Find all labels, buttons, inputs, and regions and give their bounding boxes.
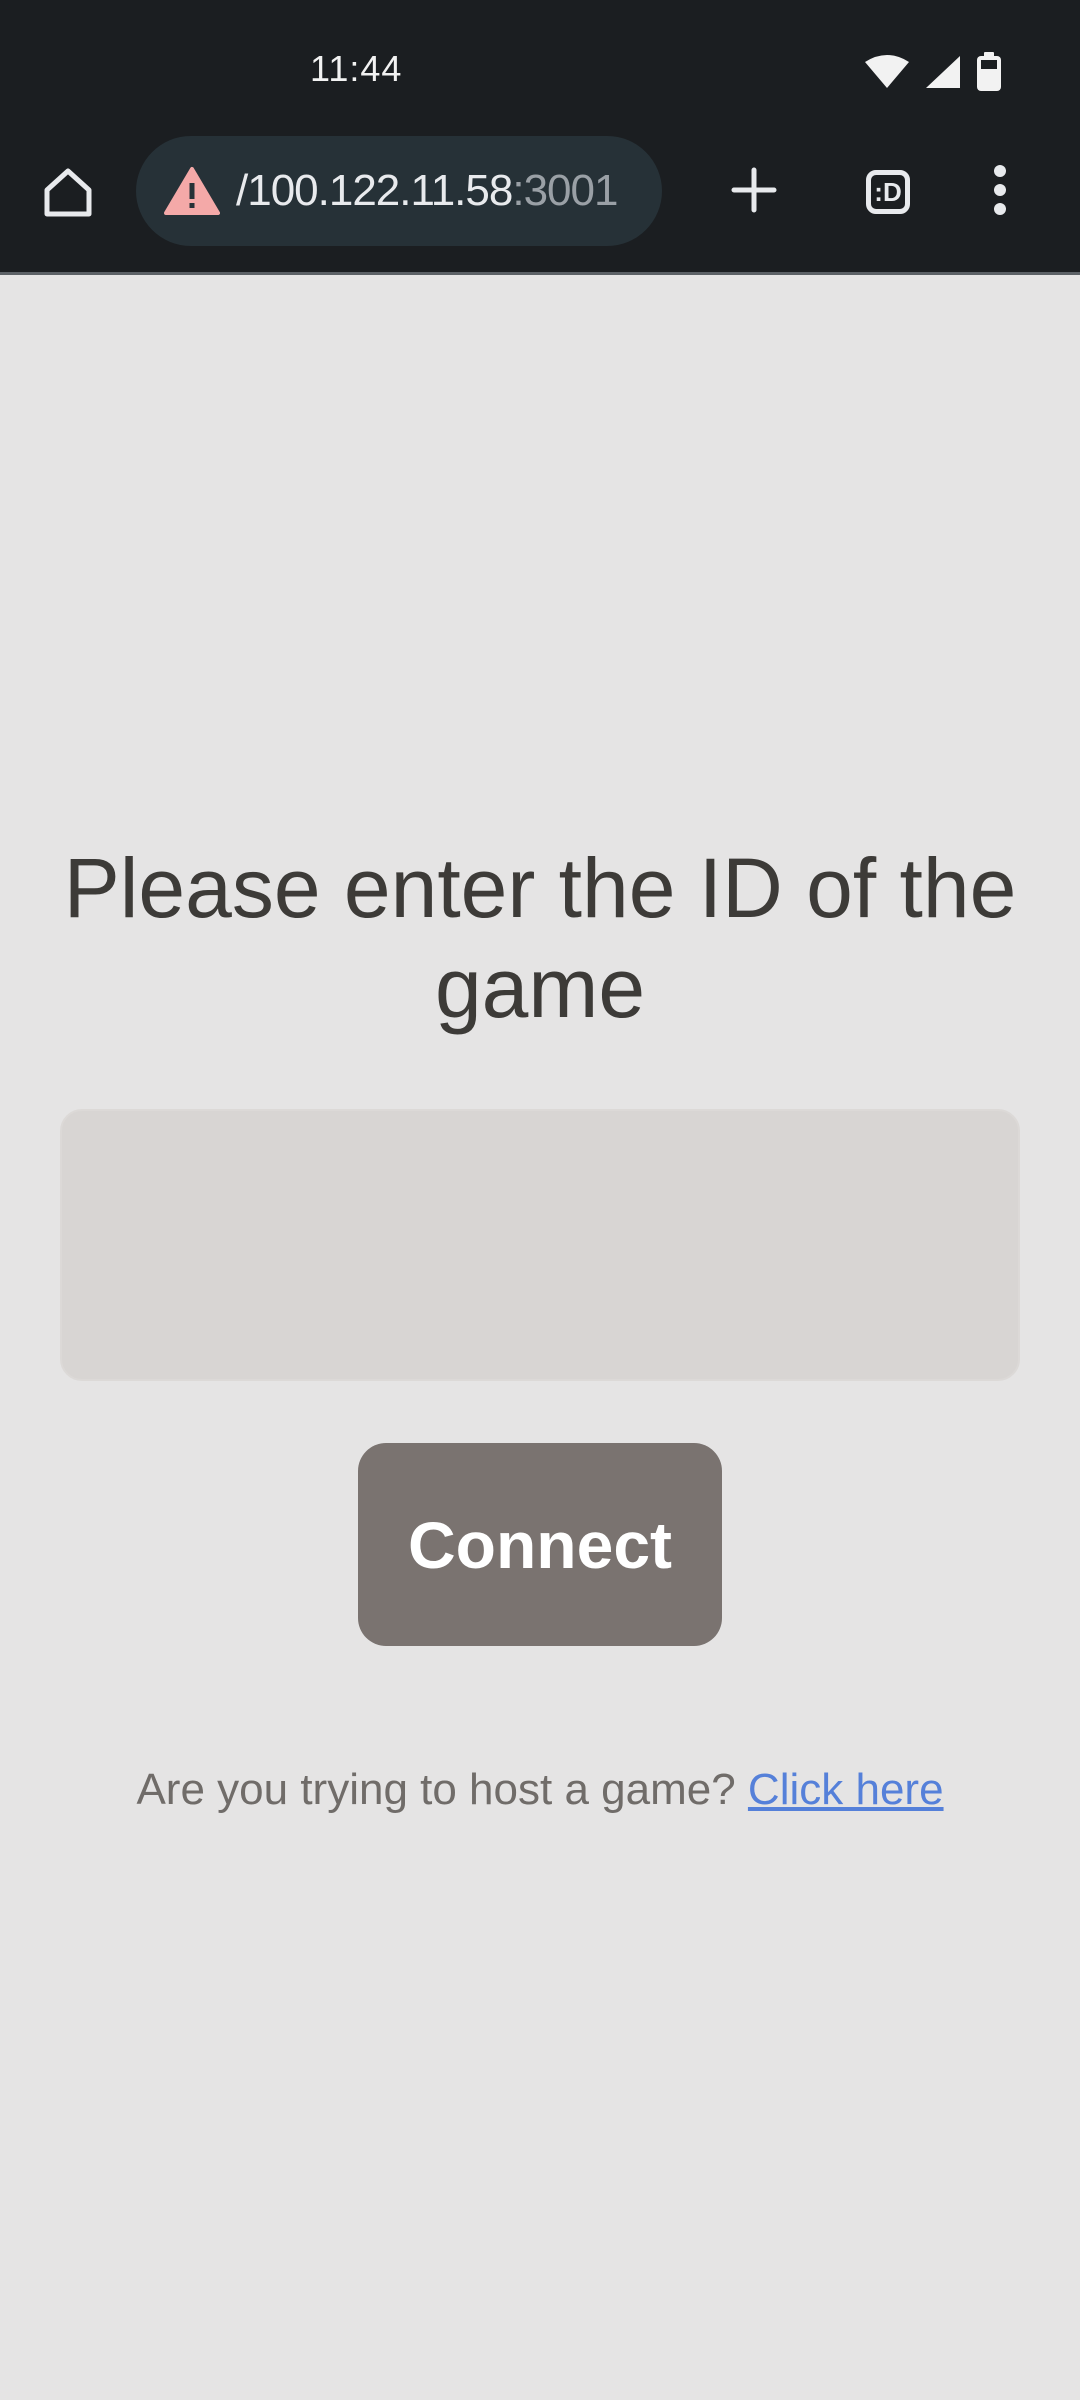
- signal-icon: [924, 54, 962, 95]
- status-bar: 11:44: [0, 0, 1080, 132]
- more-menu-button[interactable]: [964, 156, 1036, 228]
- game-id-input[interactable]: [60, 1109, 1020, 1381]
- home-icon: [42, 166, 94, 223]
- browser-toolbar: /100.122.11.58:3001 :D: [0, 132, 1080, 275]
- host-prompt-text: Are you trying to host a game?: [136, 1765, 736, 1814]
- new-tab-button[interactable]: [718, 156, 790, 228]
- wifi-icon: [864, 54, 910, 95]
- address-bar[interactable]: /100.122.11.58:3001: [136, 136, 662, 246]
- battery-icon: [976, 52, 1002, 97]
- more-vert-icon: [992, 164, 1008, 221]
- url-port: :3001: [512, 166, 618, 215]
- plus-icon: [730, 166, 778, 219]
- status-icons: [864, 52, 1002, 97]
- warning-icon[interactable]: [164, 166, 220, 216]
- tab-switcher-icon: :D: [866, 170, 910, 214]
- url-host: /100.122.11.58: [236, 166, 513, 215]
- connect-button[interactable]: Connect: [358, 1443, 722, 1646]
- host-game-prompt: Are you trying to host a game? Click her…: [0, 1760, 1080, 1820]
- url-text: /100.122.11.58:3001: [236, 166, 656, 216]
- host-game-link[interactable]: Click here: [748, 1765, 944, 1814]
- home-button[interactable]: [36, 162, 100, 226]
- tab-switcher-button[interactable]: :D: [852, 156, 924, 228]
- status-time: 11:44: [310, 48, 403, 89]
- page-heading: Please enter the ID of the game: [63, 841, 1017, 1035]
